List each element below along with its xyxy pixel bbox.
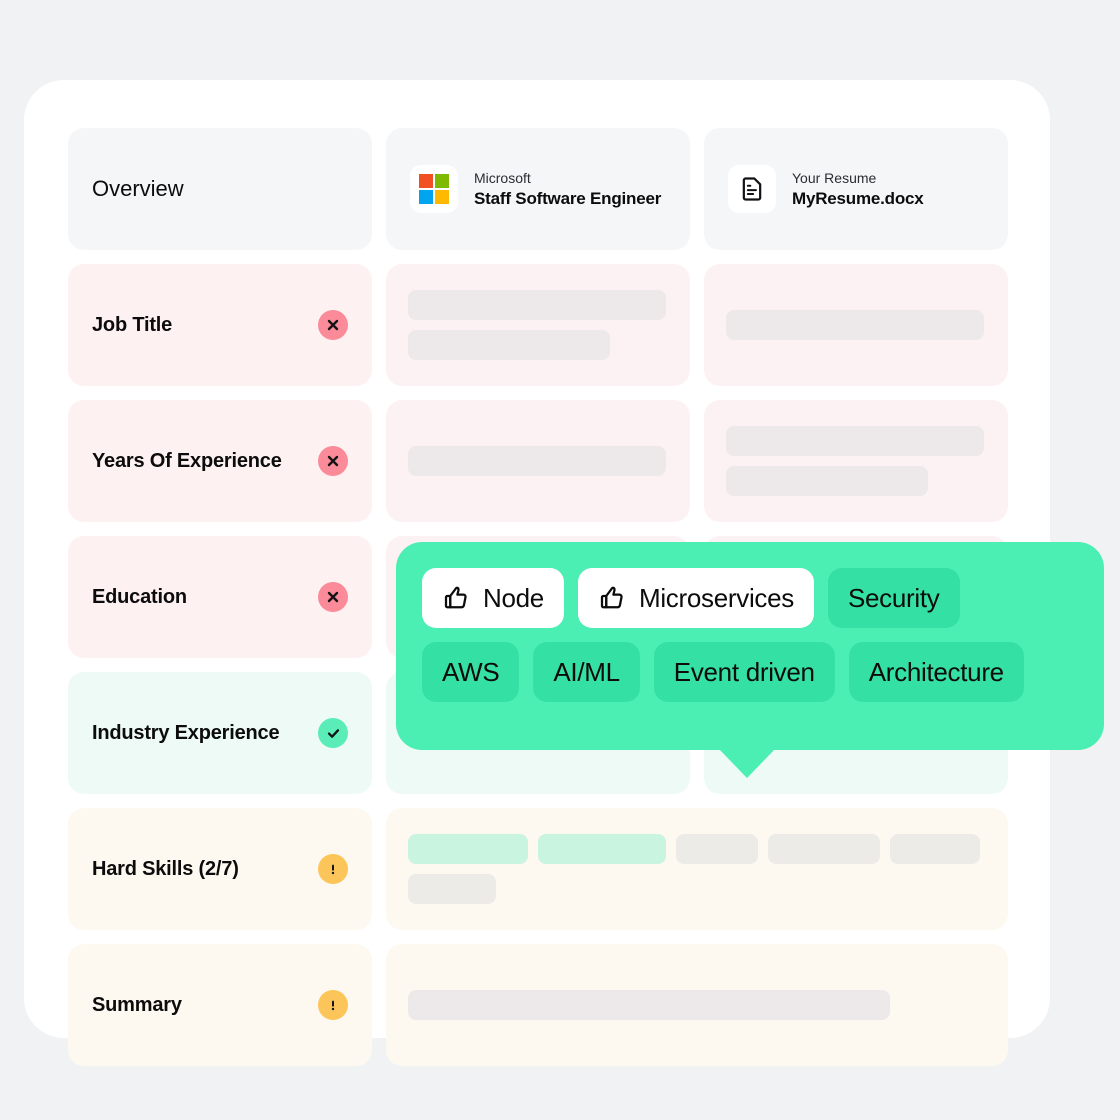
skill-tag-label: Architecture bbox=[868, 656, 1004, 687]
row-label: Education bbox=[92, 585, 187, 608]
thumbs-up-icon bbox=[600, 586, 623, 609]
status-badge-fail-icon bbox=[318, 446, 348, 476]
tooltip-row: Node Microservices Security bbox=[422, 568, 1078, 628]
table-row: Summary bbox=[68, 944, 1008, 1066]
status-badge-fail-icon bbox=[318, 582, 348, 612]
years-job-content bbox=[386, 400, 690, 522]
skill-tag-ai-ml[interactable]: AI/ML bbox=[533, 642, 640, 702]
skeleton-group bbox=[386, 264, 690, 386]
skills-tooltip: Node Microservices Security AWS AI/ML Ev… bbox=[396, 542, 1104, 750]
skill-chip-skeleton bbox=[676, 834, 758, 864]
table-row: Job Title bbox=[68, 264, 1008, 386]
skill-tag-label: Node bbox=[483, 582, 544, 613]
row-label: Summary bbox=[92, 993, 182, 1016]
skill-chip-skeleton bbox=[408, 834, 528, 864]
skill-chip-skeleton bbox=[890, 834, 980, 864]
skill-tag-security[interactable]: Security bbox=[827, 568, 960, 628]
job-info-card[interactable]: Microsoft Staff Software Engineer bbox=[386, 128, 690, 250]
job-title: Staff Software Engineer bbox=[474, 188, 662, 208]
row-label: Overview bbox=[92, 176, 184, 201]
row-label: Industry Experience bbox=[92, 721, 280, 744]
skeleton-group bbox=[704, 400, 1008, 522]
row-education-label-cell[interactable]: Education bbox=[68, 536, 372, 658]
row-label: Years Of Experience bbox=[92, 449, 282, 472]
document-icon bbox=[728, 165, 776, 213]
tooltip-arrow-icon bbox=[718, 748, 776, 778]
tooltip-row: AWS AI/ML Event driven Architecture bbox=[422, 642, 1078, 702]
row-overview-label-cell[interactable]: Overview bbox=[68, 128, 372, 250]
skill-tag-label: AI/ML bbox=[553, 656, 620, 687]
resume-info-card[interactable]: Your Resume MyResume.docx bbox=[704, 128, 1008, 250]
status-badge-warn-icon bbox=[318, 854, 348, 884]
skeleton-bar bbox=[408, 446, 666, 476]
skeleton-group bbox=[704, 264, 1008, 386]
row-years-of-experience-label-cell[interactable]: Years Of Experience bbox=[68, 400, 372, 522]
job-title-job-content bbox=[386, 264, 690, 386]
skill-tag-label: Security bbox=[847, 582, 940, 613]
row-label: Hard Skills (2/7) bbox=[92, 857, 239, 880]
resume-filename: MyResume.docx bbox=[792, 188, 924, 208]
skill-chip-group bbox=[386, 808, 1008, 930]
skeleton-group bbox=[386, 400, 690, 522]
skill-chip-skeleton bbox=[408, 874, 496, 904]
status-badge-pass-icon bbox=[318, 718, 348, 748]
resume-caption: Your Resume bbox=[792, 169, 877, 186]
skill-tag-label: Event driven bbox=[673, 656, 815, 687]
skeleton-bar bbox=[726, 310, 984, 340]
skill-chip-skeleton bbox=[768, 834, 880, 864]
skeleton-bar bbox=[726, 466, 928, 496]
skill-tag-label: Microservices bbox=[638, 582, 794, 613]
skill-tag-architecture[interactable]: Architecture bbox=[848, 642, 1024, 702]
table-row: Years Of Experience bbox=[68, 400, 1008, 522]
thumbs-up-icon bbox=[444, 586, 467, 609]
skill-tag-microservices[interactable]: Microservices bbox=[577, 568, 814, 628]
status-badge-fail-icon bbox=[318, 310, 348, 340]
hard-skills-content bbox=[386, 808, 1008, 930]
skill-tag-event-driven[interactable]: Event driven bbox=[653, 642, 835, 702]
microsoft-logo-icon bbox=[410, 165, 458, 213]
row-job-title-label-cell[interactable]: Job Title bbox=[68, 264, 372, 386]
skill-tag-node[interactable]: Node bbox=[422, 568, 564, 628]
summary-content bbox=[386, 944, 1008, 1066]
job-title-resume-content bbox=[704, 264, 1008, 386]
skill-chip-skeleton bbox=[538, 834, 666, 864]
skeleton-bar bbox=[408, 330, 610, 360]
status-badge-warn-icon bbox=[318, 990, 348, 1020]
row-hard-skills-label-cell[interactable]: Hard Skills (2/7) bbox=[68, 808, 372, 930]
table-row: Overview Microsoft Staff Software Engine… bbox=[68, 128, 1008, 250]
skeleton-bar bbox=[408, 290, 666, 320]
skeleton-bar bbox=[408, 990, 890, 1020]
row-industry-experience-label-cell[interactable]: Industry Experience bbox=[68, 672, 372, 794]
row-summary-label-cell[interactable]: Summary bbox=[68, 944, 372, 1066]
skill-tag-aws[interactable]: AWS bbox=[422, 642, 520, 702]
row-label: Job Title bbox=[92, 313, 173, 336]
skill-tag-label: AWS bbox=[442, 656, 500, 687]
job-company: Microsoft bbox=[474, 169, 531, 186]
years-resume-content bbox=[704, 400, 1008, 522]
skeleton-group bbox=[386, 944, 1008, 1066]
skeleton-bar bbox=[726, 426, 984, 456]
table-row: Hard Skills (2/7) bbox=[68, 808, 1008, 930]
